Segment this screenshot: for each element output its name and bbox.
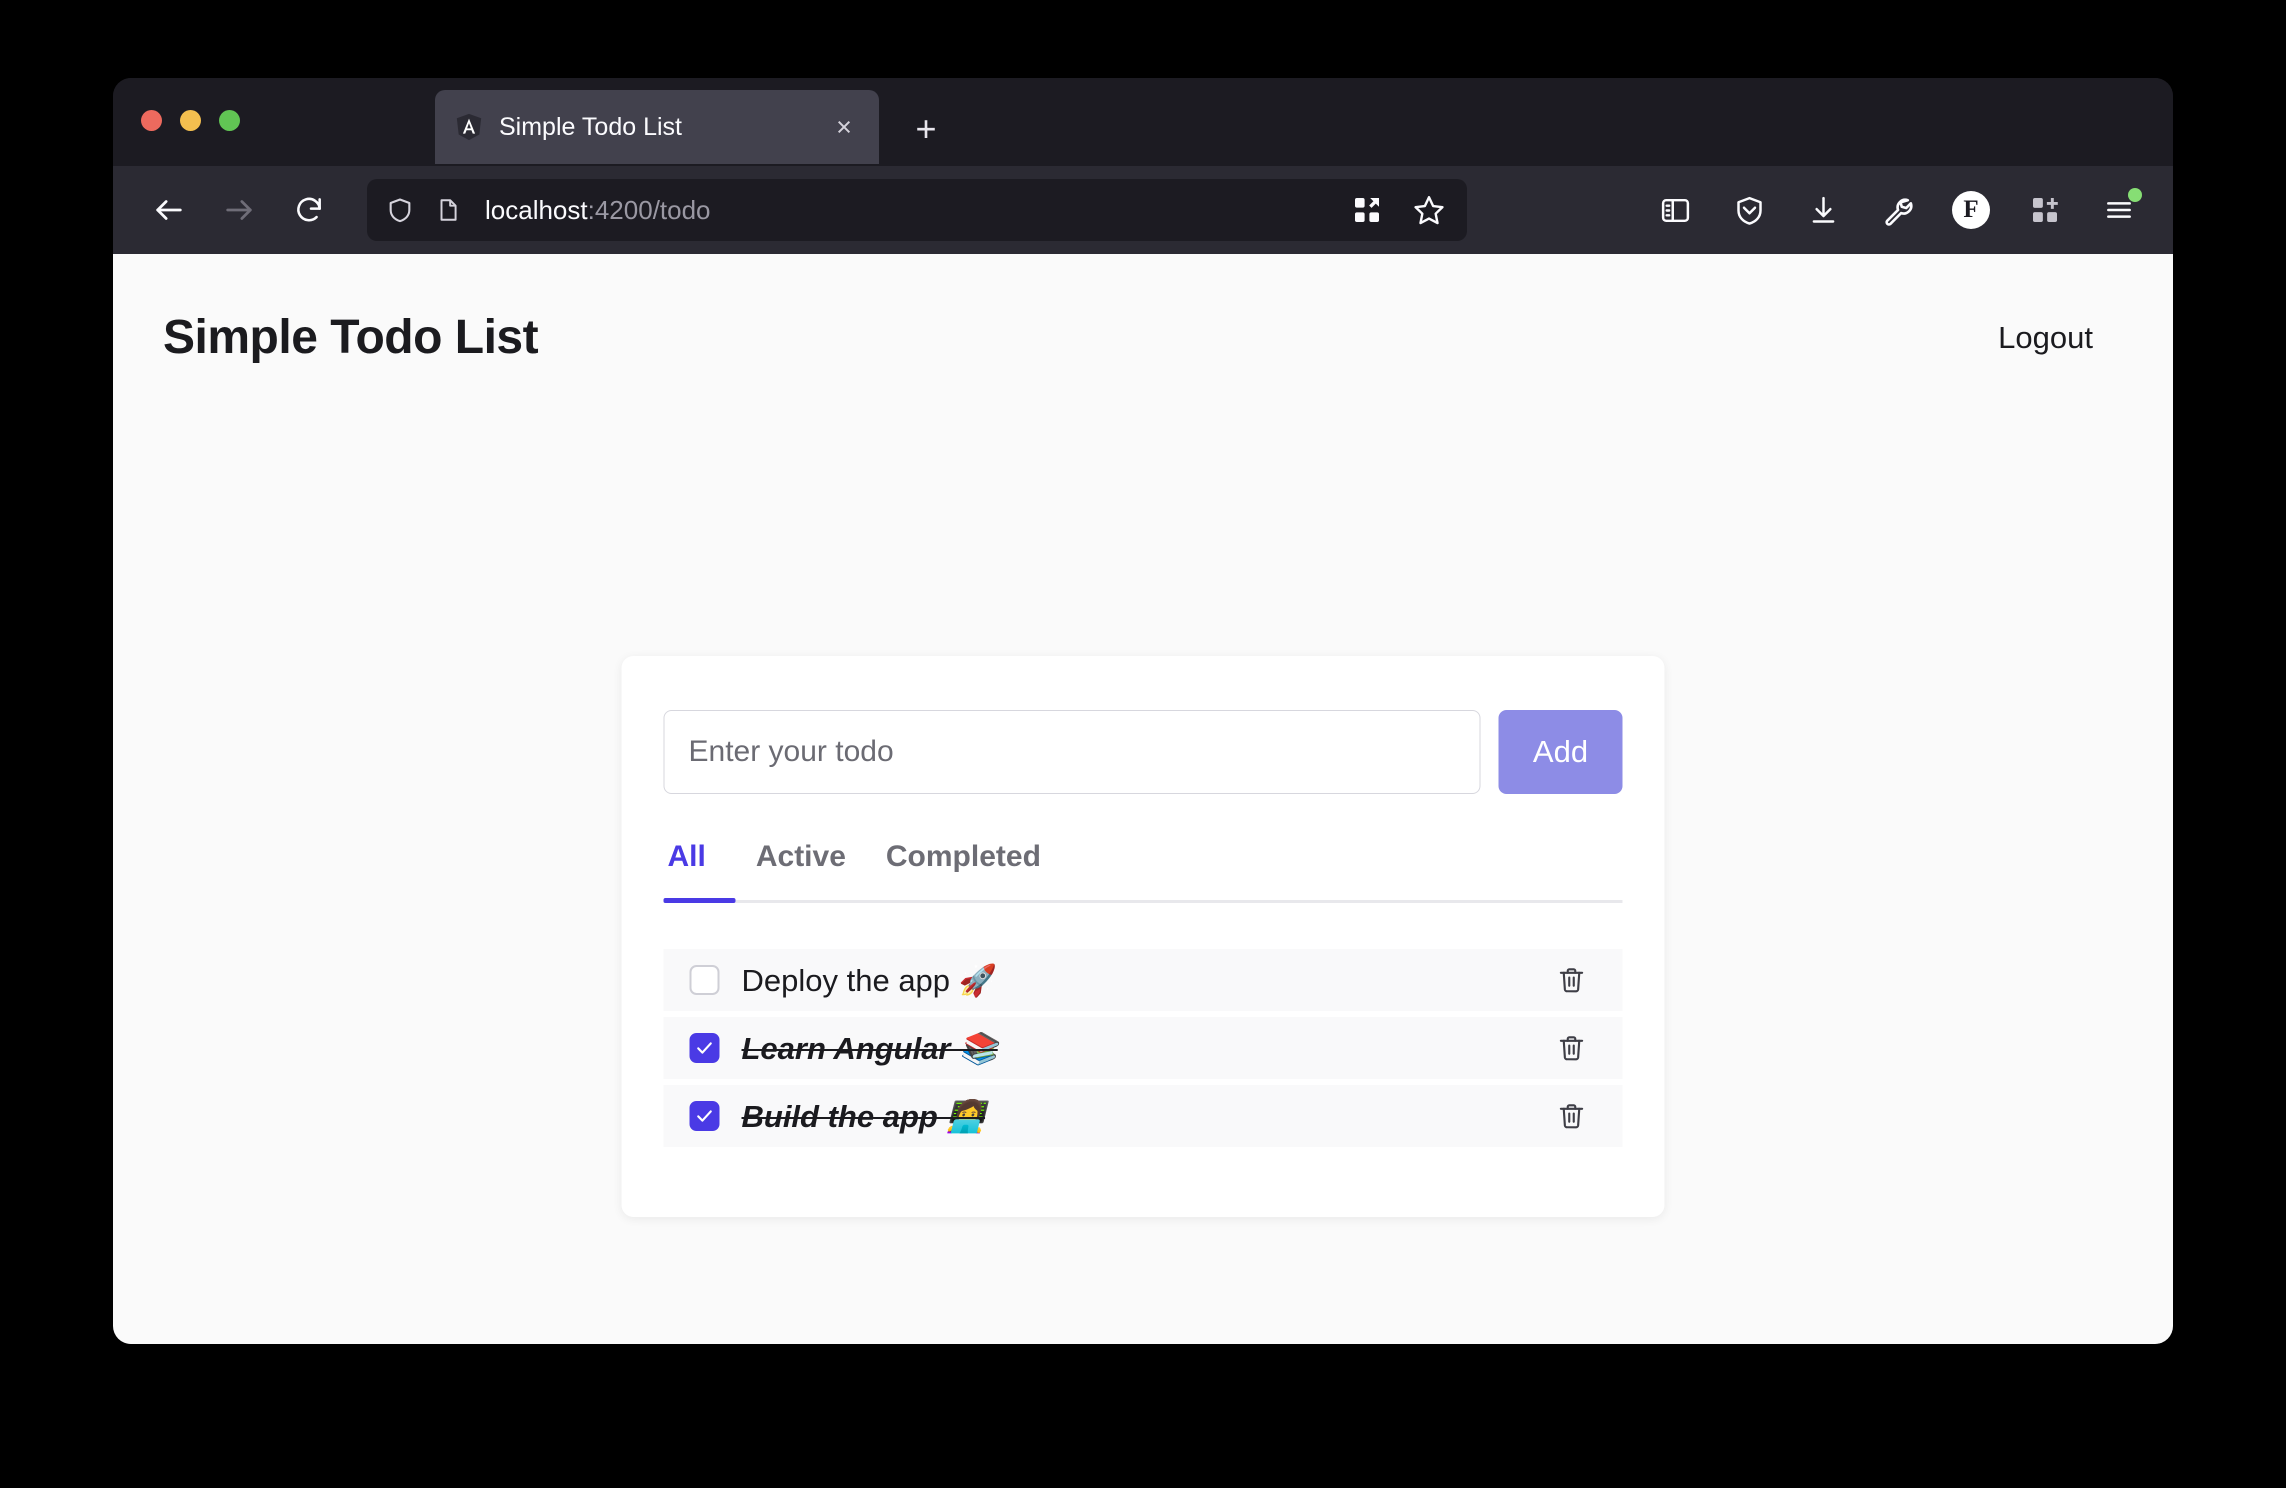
url-text[interactable]: localhost:4200/todo (485, 195, 1331, 226)
tab-strip: Simple Todo List × + (113, 78, 2173, 166)
angular-logo-icon (453, 111, 485, 143)
url-host: localhost (485, 195, 588, 225)
tab-all[interactable]: All (664, 834, 736, 900)
tab-completed[interactable]: Completed (866, 834, 1061, 900)
url-bar[interactable]: localhost:4200/todo (367, 179, 1467, 241)
account-initial: F (1952, 191, 1990, 229)
trash-icon[interactable] (1549, 1025, 1595, 1071)
sidebar-panel-icon[interactable] (1651, 186, 1699, 234)
maximize-window-button[interactable] (219, 110, 240, 131)
todo-checkbox[interactable] (690, 1101, 720, 1131)
todo-list: Deploy the app 🚀 (664, 949, 1623, 1147)
trash-icon[interactable] (1549, 1093, 1595, 1139)
new-tab-button[interactable]: + (903, 106, 949, 152)
todo-input[interactable] (664, 710, 1481, 794)
todo-item-text: Deploy the app 🚀 (742, 962, 1527, 999)
page-document-icon[interactable] (431, 193, 465, 227)
reload-icon[interactable] (279, 180, 339, 240)
close-icon[interactable]: × (827, 110, 861, 144)
menu-notification-dot (2128, 188, 2142, 202)
extensions-icon[interactable] (2021, 186, 2069, 234)
todo-card: Add All Active Completed Deploy the app … (622, 656, 1665, 1217)
add-todo-button[interactable]: Add (1499, 710, 1623, 794)
forward-arrow-icon[interactable] (209, 180, 269, 240)
url-path: :4200/todo (588, 195, 711, 225)
todo-item-text: Learn Angular 📚 (742, 1030, 1527, 1067)
browser-toolbar-right: F (1651, 186, 2147, 234)
browser-window: Simple Todo List × + (113, 78, 2173, 1344)
split-view-icon[interactable] (1345, 188, 1389, 232)
pocket-shield-icon[interactable] (1725, 186, 1773, 234)
bookmark-star-icon[interactable] (1407, 188, 1451, 232)
todo-checkbox[interactable] (690, 965, 720, 995)
wrench-icon[interactable] (1873, 186, 1921, 234)
page-content: Simple Todo List Logout Add All Active C… (113, 254, 2173, 1344)
app-menu-icon[interactable] (2095, 186, 2143, 234)
tab-title: Simple Todo List (499, 113, 813, 142)
back-arrow-icon[interactable] (139, 180, 199, 240)
app-header: Simple Todo List Logout (113, 254, 2173, 365)
trash-icon[interactable] (1549, 957, 1595, 1003)
todo-filter-tabs: All Active Completed (664, 834, 1623, 903)
close-window-button[interactable] (141, 110, 162, 131)
firefox-account-icon[interactable]: F (1947, 186, 1995, 234)
todo-checkbox[interactable] (690, 1033, 720, 1063)
download-icon[interactable] (1799, 186, 1847, 234)
todo-input-row: Add (664, 710, 1623, 794)
window-traffic-lights (141, 110, 240, 131)
todo-item-text: Build the app 👩‍💻 (742, 1098, 1527, 1135)
page-title: Simple Todo List (163, 310, 538, 365)
browser-tab[interactable]: Simple Todo List × (435, 90, 879, 164)
logout-button[interactable]: Logout (1998, 320, 2093, 356)
navigation-toolbar: localhost:4200/todo (113, 166, 2173, 254)
shield-icon[interactable] (383, 193, 417, 227)
todo-list-item: Learn Angular 📚 (664, 1017, 1623, 1079)
todo-list-item: Build the app 👩‍💻 (664, 1085, 1623, 1147)
tab-active[interactable]: Active (736, 834, 866, 900)
todo-list-item: Deploy the app 🚀 (664, 949, 1623, 1011)
url-bar-actions (1345, 188, 1451, 232)
minimize-window-button[interactable] (180, 110, 201, 131)
